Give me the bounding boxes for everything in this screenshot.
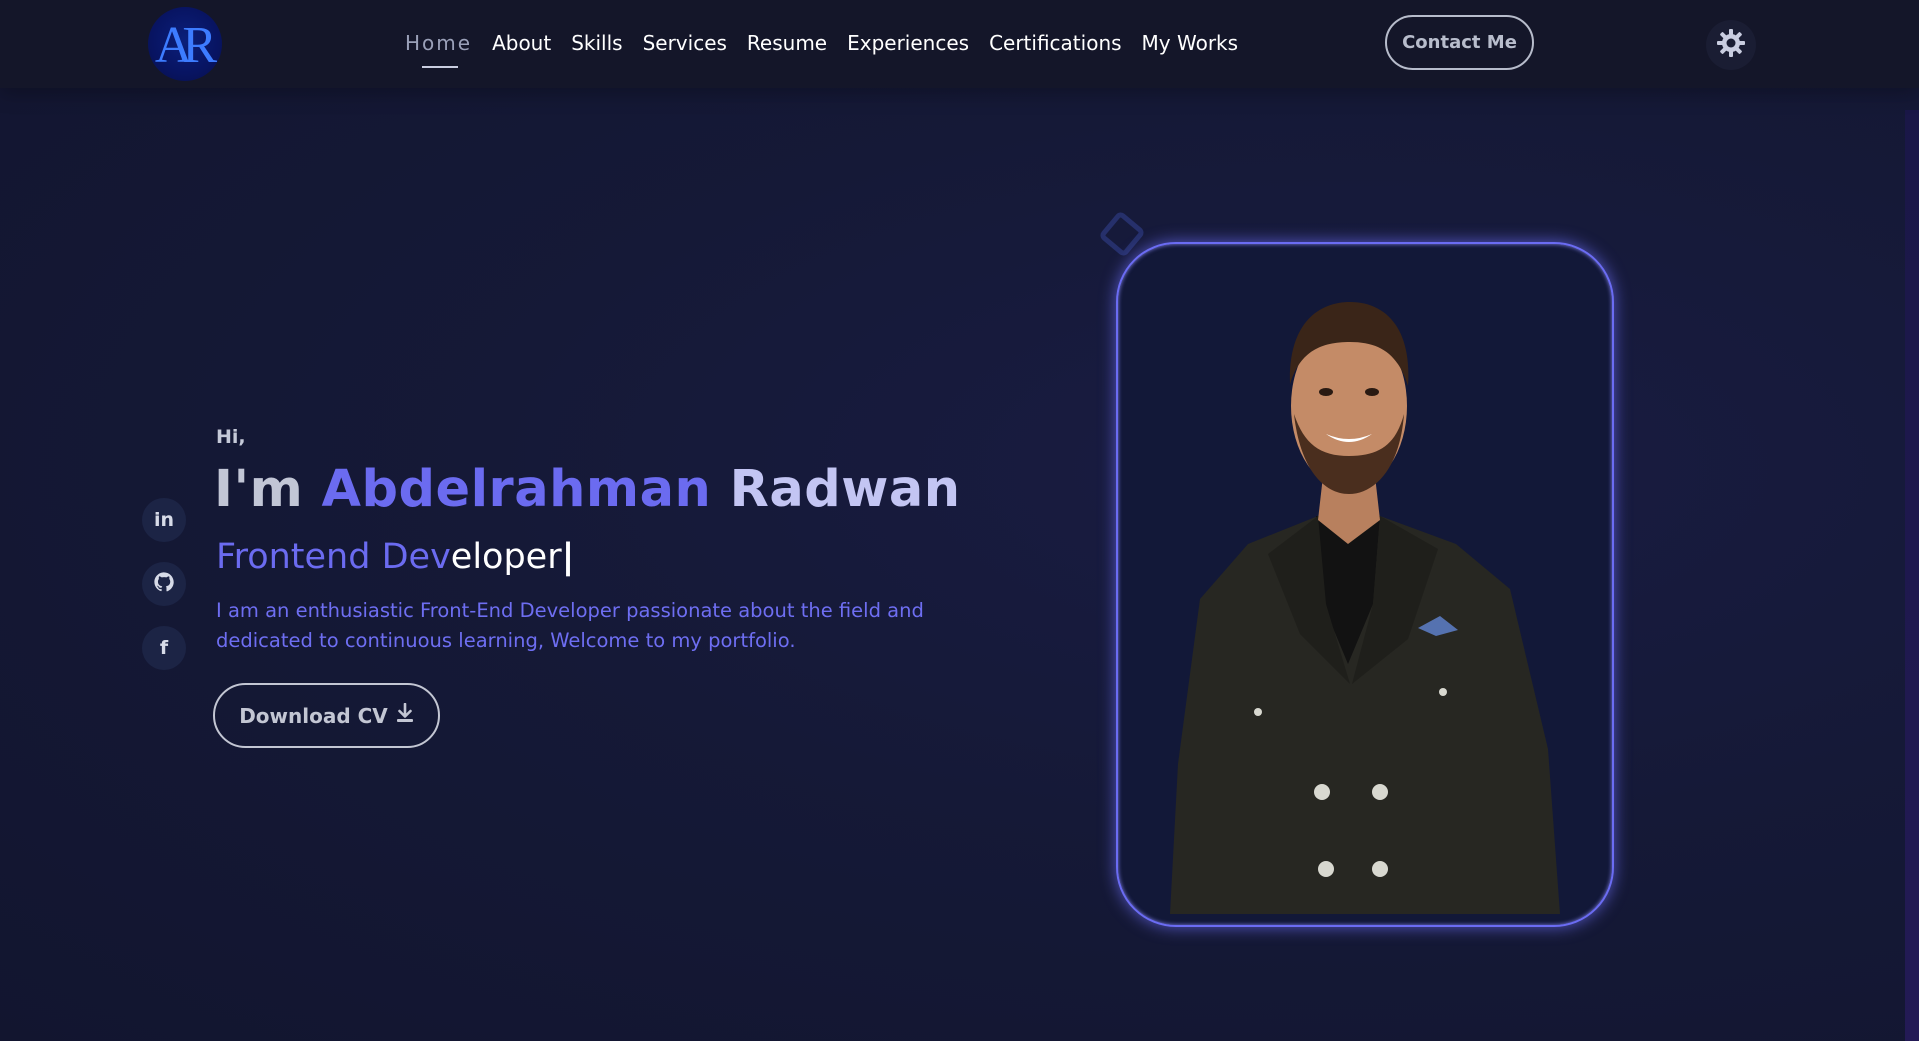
profile-photo [1116, 242, 1614, 927]
linkedin-link[interactable]: in [142, 498, 186, 542]
nav-link-resume[interactable]: Resume [737, 26, 837, 62]
role-plain: eloper [450, 537, 562, 577]
nav-link-experiences[interactable]: Experiences [837, 26, 979, 62]
nav-link-home[interactable]: Home [395, 26, 482, 68]
nav-link-services[interactable]: Services [633, 26, 737, 62]
nav-link-about[interactable]: About [482, 26, 561, 62]
github-icon [153, 571, 175, 597]
logo-text: AR [154, 16, 217, 74]
gear-icon [1715, 27, 1747, 63]
download-cv-label: Download CV [239, 703, 388, 728]
nav-links: Home About Skills Services Resume Experi… [395, 26, 1249, 68]
portrait-illustration [1170, 302, 1560, 914]
theme-toggle-button[interactable] [1706, 20, 1756, 70]
facebook-link[interactable]: f [142, 626, 186, 670]
hero-headline: I'm Abdelrahman Radwan [214, 460, 961, 519]
page: AR Home About Skills Services Resume Exp… [0, 0, 1919, 1041]
linkedin-icon: in [153, 509, 175, 531]
facebook-icon: f [159, 637, 169, 659]
download-cv-button[interactable]: Download CV [213, 683, 440, 748]
hero-bio: I am an enthusiastic Front-End Developer… [216, 599, 924, 652]
github-link[interactable] [142, 562, 186, 606]
navbar: AR Home About Skills Services Resume Exp… [0, 0, 1919, 88]
typing-cursor: | [561, 537, 575, 577]
nav-link-my-works[interactable]: My Works [1132, 26, 1249, 62]
nav-link-skills[interactable]: Skills [561, 26, 632, 62]
greeting: Hi, [216, 426, 246, 448]
first-name: Abdelrahman [321, 460, 712, 519]
contact-me-button[interactable]: Contact Me [1385, 15, 1534, 70]
scrollbar[interactable] [1905, 110, 1919, 1041]
role-highlighted: Frontend Dev [216, 537, 451, 577]
download-icon [396, 702, 414, 728]
role-typewriter: Frontend Developer| [216, 537, 574, 577]
nav-link-certifications[interactable]: Certifications [979, 26, 1131, 62]
intro-prefix: I'm [214, 460, 304, 519]
last-name: Radwan [729, 460, 961, 519]
logo[interactable]: AR [148, 7, 222, 81]
